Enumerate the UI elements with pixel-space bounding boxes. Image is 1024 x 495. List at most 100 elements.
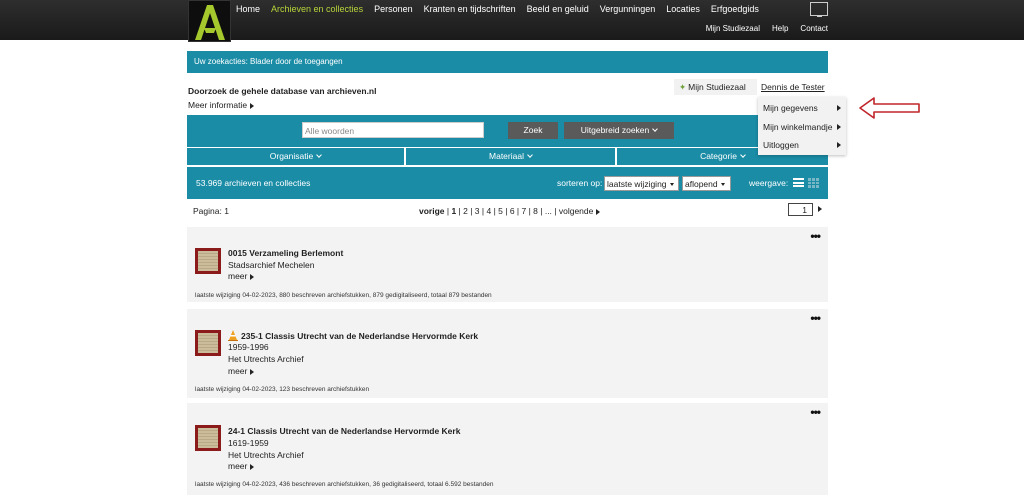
triangle-right-icon <box>837 124 841 130</box>
result-dates: 1619-1959 <box>228 438 269 448</box>
nav-beeld[interactable]: Beeld en geluid <box>527 4 589 14</box>
triangle-right-icon <box>837 142 841 148</box>
result-title[interactable]: 0015 Verzameling Berlemont <box>228 248 343 258</box>
page-title: Doorzoek de gehele database van archieve… <box>188 86 377 96</box>
archive-thumbnail[interactable] <box>195 330 221 356</box>
list-view-icon[interactable] <box>793 178 804 187</box>
nav-kranten[interactable]: Kranten en tijdschriften <box>424 4 516 14</box>
more-link[interactable]: meer <box>228 461 255 471</box>
more-dots-icon[interactable]: ••• <box>810 405 821 419</box>
subnav-help[interactable]: Help <box>772 24 788 33</box>
page-link-4[interactable]: 4 <box>486 206 491 216</box>
result-title-row[interactable]: 235-1 Classis Utrecht van de Nederlandse… <box>228 330 478 341</box>
result-item: ••• 24-1 Classis Utrecht van de Nederlan… <box>187 403 828 495</box>
result-title: 235-1 Classis Utrecht van de Nederlandse… <box>241 331 479 341</box>
menu-item-label: Uitloggen <box>763 140 799 150</box>
studiezaal-button[interactable]: ✦ Mijn Studiezaal <box>674 79 757 95</box>
page-link-5[interactable]: 5 <box>498 206 503 216</box>
order-select[interactable]: aflopend <box>682 176 731 191</box>
nav-personen[interactable]: Personen <box>374 4 413 14</box>
triangle-right-icon <box>250 368 255 375</box>
nav-vergunningen[interactable]: Vergunningen <box>600 4 656 14</box>
page-ellipsis: ... <box>544 206 552 216</box>
sort-select[interactable]: laatste wijziging <box>604 176 679 191</box>
result-title[interactable]: 24-1 Classis Utrecht van de Nederlandse … <box>228 426 460 436</box>
more-label: meer <box>228 366 248 376</box>
go-page-icon[interactable] <box>818 206 822 212</box>
next-link[interactable]: volgende <box>559 206 594 216</box>
result-archive: Stadsarchief Mechelen <box>228 260 315 270</box>
triangle-right-icon <box>250 463 255 470</box>
pagination: vorige | 1 | 2 | 3 | 4 | 5 | 6 | 7 | 8 |… <box>419 206 601 216</box>
result-archive: Het Utrechts Archief <box>228 354 304 364</box>
page-link-8[interactable]: 8 <box>533 206 538 216</box>
search-bar: Alle woorden Zoek Uitgebreid zoeken <box>187 115 828 147</box>
sort-label: sorteren op: <box>557 178 603 188</box>
star-icon: ✦ <box>679 82 687 92</box>
filter-label: Categorie <box>700 151 737 161</box>
page-link-3[interactable]: 3 <box>475 206 480 216</box>
results-count: 53.969 archieven en collecties <box>196 178 311 188</box>
studiezaal-label: Mijn Studiezaal <box>688 82 746 92</box>
page-indicator: Pagina: 1 <box>193 206 229 216</box>
nav-archieven[interactable]: Archieven en collecties <box>271 4 363 14</box>
triangle-right-icon <box>837 105 841 111</box>
result-meta: laatste wijziging 04-02-2023, 123 beschr… <box>195 386 370 393</box>
filter-materiaal[interactable]: Materiaal <box>406 148 617 165</box>
order-select-value: aflopend <box>685 179 718 189</box>
user-menu-link[interactable]: Dennis de Tester <box>761 82 825 92</box>
result-item: ••• 0015 Verzameling Berlemont Stadsarch… <box>187 227 828 302</box>
more-link[interactable]: meer <box>228 366 255 376</box>
page-number-input[interactable]: 1 <box>788 203 813 216</box>
nav-home[interactable]: Home <box>236 4 260 14</box>
more-dots-icon[interactable]: ••• <box>810 311 821 325</box>
more-info-label: Meer informatie <box>188 100 248 110</box>
sub-nav: Mijn Studiezaal Help Contact <box>694 24 828 33</box>
archive-thumbnail[interactable] <box>195 248 221 274</box>
advanced-search-label: Uitgebreid zoeken <box>580 125 650 135</box>
nav-erfgoedgids[interactable]: Erfgoedgids <box>711 4 759 14</box>
screen-icon[interactable] <box>810 2 828 17</box>
category-filter-bar: Organisatie Materiaal Categorie <box>187 148 828 165</box>
search-button[interactable]: Zoek <box>508 122 558 139</box>
red-arrow-annotation <box>859 97 920 119</box>
result-archive: Het Utrechts Archief <box>228 450 304 460</box>
menu-item-mijn-gegevens[interactable]: Mijn gegevens <box>763 103 841 113</box>
filter-label: Materiaal <box>489 151 524 161</box>
chevron-down-icon <box>740 152 746 158</box>
warning-cone-icon <box>228 330 238 341</box>
subnav-studiezaal[interactable]: Mijn Studiezaal <box>706 24 760 33</box>
result-meta: laatste wijziging 04-02-2023, 436 beschr… <box>195 481 494 488</box>
chevron-down-icon <box>316 152 323 158</box>
menu-item-uitloggen[interactable]: Uitloggen <box>763 140 841 150</box>
page-link-1[interactable]: 1 <box>451 206 456 216</box>
menu-item-label: Mijn winkelmandje <box>763 122 833 132</box>
main-nav: Home Archieven en collecties Personen Kr… <box>236 4 770 14</box>
view-label: weergave: <box>749 178 789 188</box>
prev-link[interactable]: vorige <box>419 206 445 216</box>
subnav-contact[interactable]: Contact <box>800 24 828 33</box>
archive-thumbnail[interactable] <box>195 425 221 451</box>
filter-label: Organisatie <box>269 151 314 161</box>
search-input[interactable]: Alle woorden <box>302 122 484 138</box>
grid-view-icon[interactable] <box>808 178 819 188</box>
triangle-right-icon <box>250 102 255 109</box>
nav-locaties[interactable]: Locaties <box>666 4 700 14</box>
more-dots-icon[interactable]: ••• <box>810 229 821 243</box>
page-link-6[interactable]: 6 <box>510 206 515 216</box>
filter-organisatie[interactable]: Organisatie <box>187 148 406 165</box>
more-link[interactable]: meer <box>228 271 255 281</box>
more-info-link[interactable]: Meer informatie <box>188 100 255 110</box>
page-link-2[interactable]: 2 <box>463 206 468 216</box>
top-navigation-bar: Home Archieven en collecties Personen Kr… <box>0 0 1024 42</box>
logo-a-icon[interactable] <box>188 0 231 42</box>
more-label: meer <box>228 461 248 471</box>
menu-item-winkelmandje[interactable]: Mijn winkelmandje <box>763 122 841 132</box>
advanced-search-button[interactable]: Uitgebreid zoeken <box>564 122 674 139</box>
search-actions-bar[interactable]: Uw zoekacties: Blader door de toegangen <box>187 51 828 73</box>
caret-down-icon <box>669 183 674 187</box>
menu-item-label: Mijn gegevens <box>763 103 818 113</box>
page-link-7[interactable]: 7 <box>521 206 526 216</box>
result-item: ••• 235-1 Classis Utrecht van de Nederla… <box>187 309 828 398</box>
chevron-down-icon <box>527 152 533 158</box>
